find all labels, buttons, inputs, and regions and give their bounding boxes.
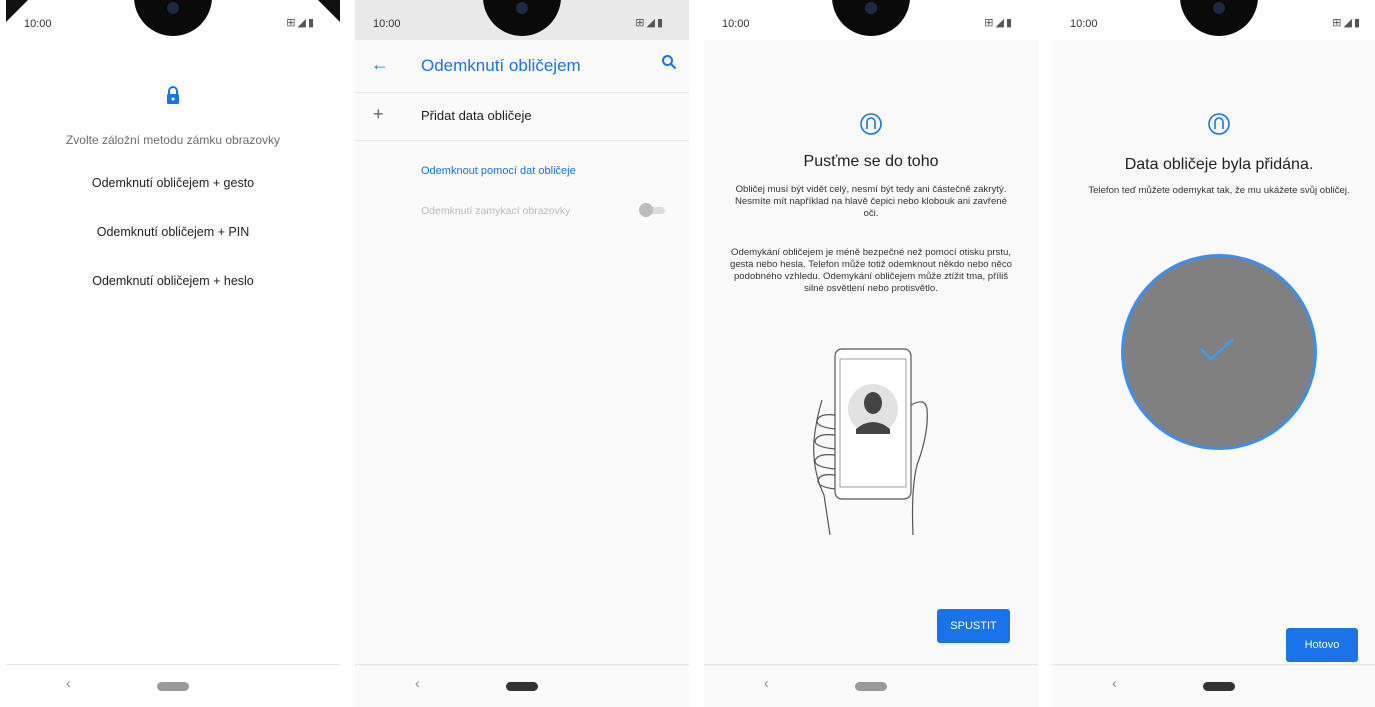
camera-icon: [516, 2, 528, 14]
phone-screen-face-added: 10:00 ⊞◢▮ Data obličeje byla přidána. Te…: [1052, 0, 1375, 707]
face-icon: [860, 113, 882, 135]
search-icon[interactable]: [661, 54, 677, 70]
phone-in-hand-illustration: [813, 348, 928, 535]
status-bar: 10:00 ⊞◢▮: [355, 0, 689, 40]
unlock-screen-label: Odemknutí zamykací obrazovky: [421, 205, 571, 217]
nav-bar: ‹: [704, 664, 1038, 707]
done-button[interactable]: Hotovo: [1286, 628, 1358, 662]
camera-notch: [832, 0, 910, 36]
camera-icon: [865, 2, 877, 14]
phone-screen-lets-start: 10:00 ⊞◢▮ Pusťme se do toho Obličej musí…: [704, 0, 1038, 707]
nav-bar: ‹: [355, 664, 689, 707]
plus-icon: +: [373, 104, 384, 124]
option-face-gesture[interactable]: Odemknutí obličejem + gesto: [6, 176, 340, 190]
status-time: 10:00: [1070, 18, 1098, 30]
heading: Data obličeje byla přidána.: [1124, 156, 1314, 173]
backup-method-title: Zvolte záložní metodu zámku obrazovky: [65, 133, 281, 147]
status-icons: ⊞◢▮: [635, 17, 665, 29]
camera-notch: [483, 0, 561, 36]
section-header: Odemknout pomocí dat obličeje: [421, 165, 576, 177]
nav-home-icon[interactable]: [157, 682, 189, 691]
status-time: 10:00: [722, 18, 750, 30]
nav-back-icon[interactable]: ‹: [66, 675, 71, 691]
status-time: 10:00: [373, 18, 401, 30]
status-bar: 10:00 ⊞◢▮: [1052, 0, 1375, 40]
app-bar: ← Odemknutí obličejem: [355, 40, 689, 93]
heading: Pusťme se do toho: [803, 153, 939, 170]
lock-icon: [167, 86, 179, 104]
back-arrow-icon[interactable]: ←: [371, 54, 389, 75]
nav-back-icon[interactable]: ‹: [415, 675, 420, 691]
option-face-password[interactable]: Odemknutí obličejem + heslo: [6, 274, 340, 288]
add-face-data-label: Přidat data obličeje: [421, 108, 532, 123]
status-bar: 10:00 ⊞◢▮: [704, 0, 1038, 40]
face-icon: [1208, 113, 1230, 135]
status-icons: ⊞◢▮: [286, 17, 316, 29]
nav-bar: ‹: [6, 664, 340, 707]
status-time: 10:00: [24, 18, 52, 30]
security-paragraph: Odemykání obličejem je méně bezpečné než…: [730, 247, 1012, 294]
status-bar: 10:00 ⊞◢▮: [6, 0, 340, 40]
camera-notch: [1180, 0, 1258, 36]
add-face-data-row[interactable]: + Přidat data obličeje: [355, 92, 689, 141]
nav-home-icon[interactable]: [1203, 682, 1235, 691]
phone-screen-backup-method: 10:00 ⊞◢▮ Zvolte záložní metodu zámku ob…: [6, 0, 340, 707]
camera-icon: [1213, 2, 1225, 14]
checkmark-icon: [1200, 338, 1234, 361]
nav-back-icon[interactable]: ‹: [1112, 675, 1117, 691]
status-icons: ⊞◢▮: [984, 17, 1014, 29]
nav-home-icon[interactable]: [855, 682, 887, 691]
nav-bar: ‹: [1052, 664, 1375, 707]
phone-screen-face-unlock-settings: 10:00 ⊞◢▮ ← Odemknutí obličejem + Přidat…: [355, 0, 689, 707]
unlock-screen-toggle[interactable]: [637, 203, 667, 217]
nav-back-icon[interactable]: ‹: [764, 675, 769, 691]
instructions-paragraph: Obličej musí být vidět celý, nesmí být t…: [735, 184, 1007, 219]
status-icons: ⊞◢▮: [1332, 17, 1362, 29]
page-title: Odemknutí obličejem: [421, 56, 581, 75]
option-face-pin[interactable]: Odemknutí obličejem + PIN: [6, 225, 340, 239]
camera-notch: [134, 0, 212, 36]
camera-icon: [167, 2, 179, 14]
success-paragraph: Telefon teď můžete odemykat tak, že mu u…: [1088, 185, 1350, 196]
face-scan-complete-circle: [1121, 254, 1317, 450]
nav-home-icon[interactable]: [506, 682, 538, 691]
toggle-thumb: [639, 203, 653, 217]
start-button[interactable]: SPUSTIT: [937, 609, 1010, 643]
